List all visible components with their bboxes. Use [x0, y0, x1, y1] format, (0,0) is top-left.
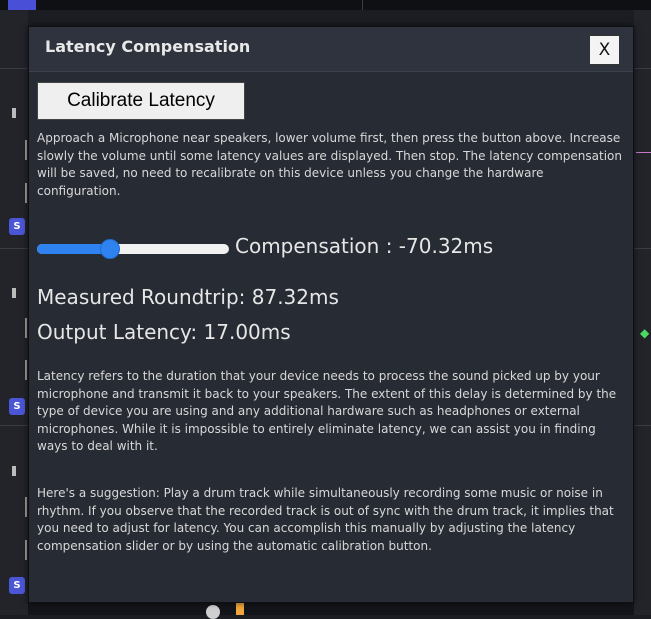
- track-level-bar: [25, 140, 27, 160]
- suggestion-text: Here's a suggestion: Play a drum track w…: [37, 486, 614, 553]
- dialog-header: Latency Compensation X: [29, 27, 633, 72]
- compensation-value: Compensation : -70.32ms: [235, 234, 494, 258]
- calibrate-latency-button[interactable]: Calibrate Latency: [37, 82, 245, 120]
- track-level-bar: [25, 360, 27, 380]
- timeline-edge: [634, 10, 651, 615]
- latency-dialog: Latency Compensation X Calibrate Latency…: [28, 26, 634, 603]
- track-level-bar: [25, 183, 27, 203]
- track-level-bar: [25, 318, 27, 338]
- top-divider: [362, 0, 363, 10]
- solo-button[interactable]: S: [9, 577, 25, 594]
- compensation-slider[interactable]: [37, 239, 229, 259]
- close-button[interactable]: X: [589, 35, 620, 65]
- playhead-marker-icon: ◆: [640, 326, 650, 340]
- solo-button[interactable]: S: [9, 218, 25, 235]
- solo-button[interactable]: S: [9, 398, 25, 415]
- automation-line: [636, 152, 651, 153]
- top-accent: [8, 0, 36, 10]
- transport-bar: [28, 603, 634, 619]
- dialog-body: Calibrate Latency Approach a Microphone …: [29, 72, 633, 602]
- top-bar: [0, 0, 651, 10]
- slider-thumb[interactable]: [99, 239, 120, 259]
- volume-knob[interactable]: [206, 605, 220, 619]
- record-indicator: [236, 603, 244, 615]
- explanation-text: Latency refers to the duration that your…: [37, 369, 617, 453]
- track-level-bar: [25, 497, 27, 517]
- compensation-slider-row: Compensation : -70.32ms: [37, 234, 632, 268]
- track-level-bar: [25, 540, 27, 560]
- track-header-column: [0, 10, 28, 615]
- instructions-text: Approach a Microphone near speakers, low…: [37, 131, 622, 198]
- track-tick: [12, 108, 16, 118]
- dialog-title: Latency Compensation: [45, 37, 251, 56]
- track-tick: [12, 466, 16, 476]
- track-tick: [12, 288, 16, 298]
- output-latency: Output Latency: 17.00ms: [37, 320, 291, 344]
- measured-roundtrip: Measured Roundtrip: 87.32ms: [37, 285, 339, 309]
